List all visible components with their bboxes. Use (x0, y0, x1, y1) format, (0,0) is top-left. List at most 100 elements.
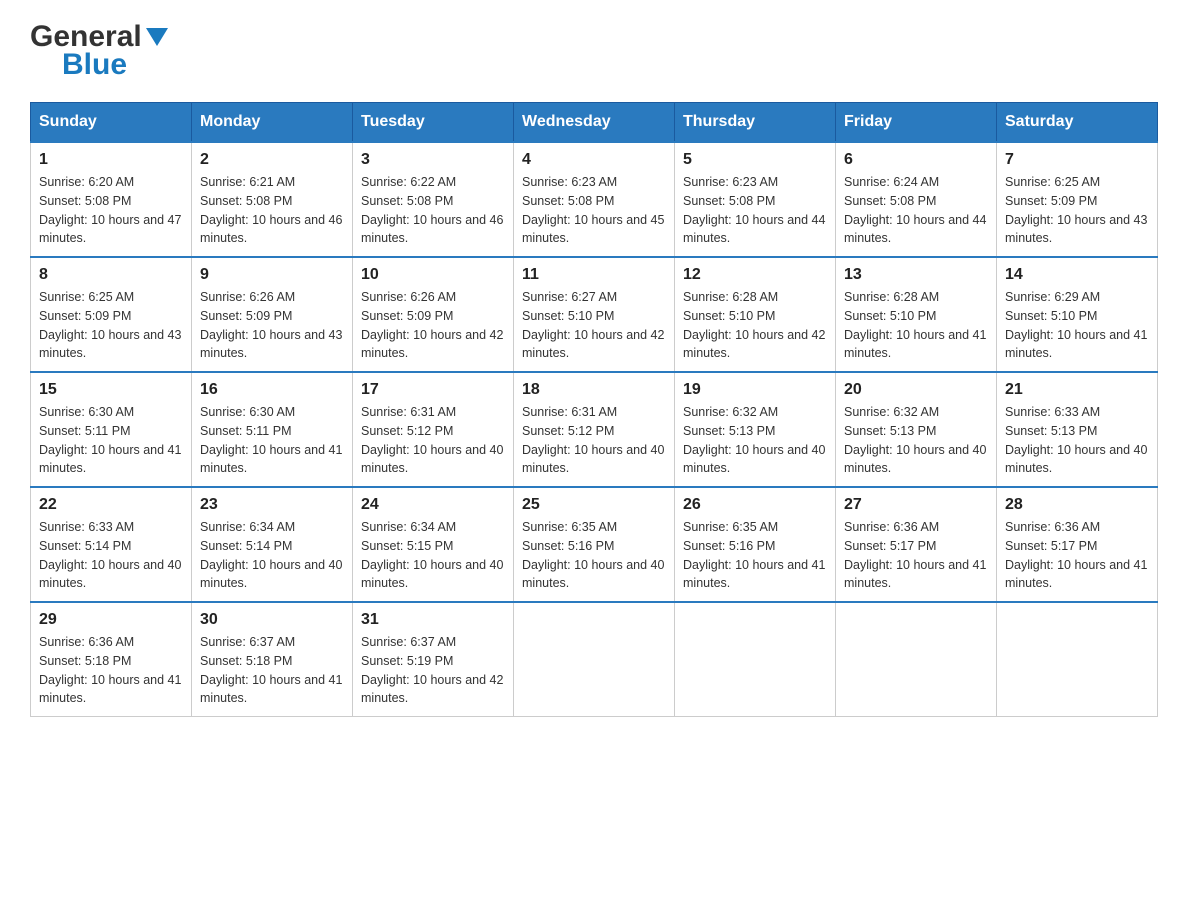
logo: General Blue (30, 20, 168, 82)
calendar-day-cell (675, 602, 836, 717)
day-number: 19 (683, 381, 827, 399)
day-number: 8 (39, 266, 183, 284)
day-number: 10 (361, 266, 505, 284)
calendar-week-row: 8 Sunrise: 6:25 AMSunset: 5:09 PMDayligh… (31, 257, 1158, 372)
calendar-week-row: 15 Sunrise: 6:30 AMSunset: 5:11 PMDaylig… (31, 372, 1158, 487)
calendar-week-row: 22 Sunrise: 6:33 AMSunset: 5:14 PMDaylig… (31, 487, 1158, 602)
calendar-day-cell (514, 602, 675, 717)
calendar-day-cell: 8 Sunrise: 6:25 AMSunset: 5:09 PMDayligh… (31, 257, 192, 372)
calendar-header-row: SundayMondayTuesdayWednesdayThursdayFrid… (31, 103, 1158, 143)
calendar-day-cell: 26 Sunrise: 6:35 AMSunset: 5:16 PMDaylig… (675, 487, 836, 602)
calendar-day-cell: 2 Sunrise: 6:21 AMSunset: 5:08 PMDayligh… (192, 142, 353, 257)
calendar-day-cell: 30 Sunrise: 6:37 AMSunset: 5:18 PMDaylig… (192, 602, 353, 717)
day-info: Sunrise: 6:28 AMSunset: 5:10 PMDaylight:… (683, 290, 825, 360)
day-number: 22 (39, 496, 183, 514)
day-number: 27 (844, 496, 988, 514)
day-info: Sunrise: 6:35 AMSunset: 5:16 PMDaylight:… (522, 520, 664, 590)
calendar-week-row: 29 Sunrise: 6:36 AMSunset: 5:18 PMDaylig… (31, 602, 1158, 717)
calendar-day-cell: 4 Sunrise: 6:23 AMSunset: 5:08 PMDayligh… (514, 142, 675, 257)
day-info: Sunrise: 6:28 AMSunset: 5:10 PMDaylight:… (844, 290, 986, 360)
calendar-day-cell: 11 Sunrise: 6:27 AMSunset: 5:10 PMDaylig… (514, 257, 675, 372)
day-number: 25 (522, 496, 666, 514)
day-number: 3 (361, 151, 505, 169)
day-info: Sunrise: 6:34 AMSunset: 5:14 PMDaylight:… (200, 520, 342, 590)
day-number: 31 (361, 611, 505, 629)
calendar-day-header: Sunday (31, 103, 192, 143)
calendar-day-cell: 29 Sunrise: 6:36 AMSunset: 5:18 PMDaylig… (31, 602, 192, 717)
day-info: Sunrise: 6:22 AMSunset: 5:08 PMDaylight:… (361, 175, 503, 245)
calendar-day-cell: 31 Sunrise: 6:37 AMSunset: 5:19 PMDaylig… (353, 602, 514, 717)
day-info: Sunrise: 6:26 AMSunset: 5:09 PMDaylight:… (200, 290, 342, 360)
page-header: General Blue (30, 20, 1158, 82)
day-info: Sunrise: 6:23 AMSunset: 5:08 PMDaylight:… (522, 175, 664, 245)
day-info: Sunrise: 6:24 AMSunset: 5:08 PMDaylight:… (844, 175, 986, 245)
day-info: Sunrise: 6:36 AMSunset: 5:17 PMDaylight:… (1005, 520, 1147, 590)
calendar-day-header: Saturday (997, 103, 1158, 143)
day-number: 30 (200, 611, 344, 629)
day-info: Sunrise: 6:26 AMSunset: 5:09 PMDaylight:… (361, 290, 503, 360)
day-info: Sunrise: 6:34 AMSunset: 5:15 PMDaylight:… (361, 520, 503, 590)
day-number: 2 (200, 151, 344, 169)
day-number: 4 (522, 151, 666, 169)
calendar-week-row: 1 Sunrise: 6:20 AMSunset: 5:08 PMDayligh… (31, 142, 1158, 257)
day-number: 23 (200, 496, 344, 514)
logo-blue-text: Blue (62, 48, 127, 81)
day-number: 11 (522, 266, 666, 284)
day-number: 29 (39, 611, 183, 629)
day-info: Sunrise: 6:32 AMSunset: 5:13 PMDaylight:… (844, 405, 986, 475)
day-number: 14 (1005, 266, 1149, 284)
calendar-day-cell: 10 Sunrise: 6:26 AMSunset: 5:09 PMDaylig… (353, 257, 514, 372)
logo-triangle-icon (146, 28, 168, 51)
calendar-day-cell: 12 Sunrise: 6:28 AMSunset: 5:10 PMDaylig… (675, 257, 836, 372)
day-number: 17 (361, 381, 505, 399)
calendar-day-cell: 27 Sunrise: 6:36 AMSunset: 5:17 PMDaylig… (836, 487, 997, 602)
day-number: 12 (683, 266, 827, 284)
calendar-day-cell: 21 Sunrise: 6:33 AMSunset: 5:13 PMDaylig… (997, 372, 1158, 487)
day-info: Sunrise: 6:23 AMSunset: 5:08 PMDaylight:… (683, 175, 825, 245)
day-info: Sunrise: 6:29 AMSunset: 5:10 PMDaylight:… (1005, 290, 1147, 360)
calendar-day-cell: 14 Sunrise: 6:29 AMSunset: 5:10 PMDaylig… (997, 257, 1158, 372)
day-number: 26 (683, 496, 827, 514)
day-number: 1 (39, 151, 183, 169)
calendar-day-header: Thursday (675, 103, 836, 143)
calendar-day-cell: 17 Sunrise: 6:31 AMSunset: 5:12 PMDaylig… (353, 372, 514, 487)
day-info: Sunrise: 6:32 AMSunset: 5:13 PMDaylight:… (683, 405, 825, 475)
calendar-day-cell: 23 Sunrise: 6:34 AMSunset: 5:14 PMDaylig… (192, 487, 353, 602)
day-info: Sunrise: 6:30 AMSunset: 5:11 PMDaylight:… (200, 405, 342, 475)
day-number: 28 (1005, 496, 1149, 514)
day-number: 24 (361, 496, 505, 514)
calendar-day-cell: 5 Sunrise: 6:23 AMSunset: 5:08 PMDayligh… (675, 142, 836, 257)
day-info: Sunrise: 6:33 AMSunset: 5:14 PMDaylight:… (39, 520, 181, 590)
day-number: 16 (200, 381, 344, 399)
calendar-day-cell: 9 Sunrise: 6:26 AMSunset: 5:09 PMDayligh… (192, 257, 353, 372)
calendar-day-header: Friday (836, 103, 997, 143)
calendar-day-cell: 18 Sunrise: 6:31 AMSunset: 5:12 PMDaylig… (514, 372, 675, 487)
calendar-day-cell: 16 Sunrise: 6:30 AMSunset: 5:11 PMDaylig… (192, 372, 353, 487)
day-number: 15 (39, 381, 183, 399)
calendar-day-cell: 28 Sunrise: 6:36 AMSunset: 5:17 PMDaylig… (997, 487, 1158, 602)
day-number: 18 (522, 381, 666, 399)
day-info: Sunrise: 6:35 AMSunset: 5:16 PMDaylight:… (683, 520, 825, 590)
calendar-day-header: Tuesday (353, 103, 514, 143)
calendar-day-cell (836, 602, 997, 717)
calendar-day-cell: 13 Sunrise: 6:28 AMSunset: 5:10 PMDaylig… (836, 257, 997, 372)
day-number: 21 (1005, 381, 1149, 399)
day-info: Sunrise: 6:30 AMSunset: 5:11 PMDaylight:… (39, 405, 181, 475)
day-info: Sunrise: 6:31 AMSunset: 5:12 PMDaylight:… (522, 405, 664, 475)
calendar-day-cell: 25 Sunrise: 6:35 AMSunset: 5:16 PMDaylig… (514, 487, 675, 602)
day-info: Sunrise: 6:36 AMSunset: 5:17 PMDaylight:… (844, 520, 986, 590)
calendar-day-header: Wednesday (514, 103, 675, 143)
day-info: Sunrise: 6:37 AMSunset: 5:19 PMDaylight:… (361, 635, 503, 705)
day-number: 5 (683, 151, 827, 169)
day-info: Sunrise: 6:37 AMSunset: 5:18 PMDaylight:… (200, 635, 342, 705)
day-info: Sunrise: 6:25 AMSunset: 5:09 PMDaylight:… (39, 290, 181, 360)
day-number: 7 (1005, 151, 1149, 169)
calendar-day-cell: 20 Sunrise: 6:32 AMSunset: 5:13 PMDaylig… (836, 372, 997, 487)
day-number: 20 (844, 381, 988, 399)
day-info: Sunrise: 6:31 AMSunset: 5:12 PMDaylight:… (361, 405, 503, 475)
day-number: 6 (844, 151, 988, 169)
day-info: Sunrise: 6:25 AMSunset: 5:09 PMDaylight:… (1005, 175, 1147, 245)
day-number: 13 (844, 266, 988, 284)
calendar-day-cell: 1 Sunrise: 6:20 AMSunset: 5:08 PMDayligh… (31, 142, 192, 257)
calendar-day-cell: 19 Sunrise: 6:32 AMSunset: 5:13 PMDaylig… (675, 372, 836, 487)
